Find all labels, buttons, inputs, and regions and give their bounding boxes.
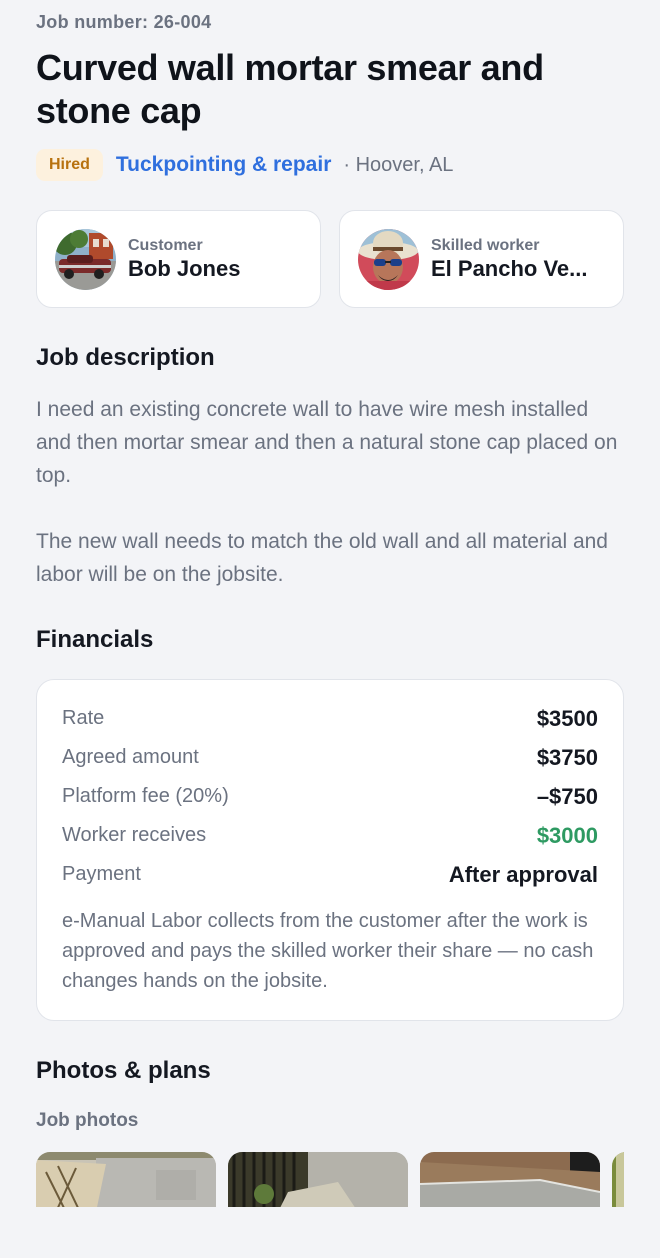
financial-value: After approval: [448, 861, 598, 887]
job-number: Job number: 26-004: [36, 12, 212, 32]
financial-value: $3000: [536, 822, 598, 848]
financial-label: Worker receives: [62, 824, 207, 846]
job-detail-page: Job number: 26-004 Curved wall mortar sm…: [0, 0, 660, 1258]
customer-avatar: [55, 228, 116, 290]
job-photos-label: Job photos: [36, 1110, 139, 1131]
financial-row-payment: Payment After approval: [62, 855, 598, 894]
worker-avatar: [358, 228, 419, 290]
financial-row-rate: Rate $3500: [62, 699, 598, 738]
financial-value: –$750: [536, 783, 598, 809]
status-badge: Hired: [36, 149, 103, 181]
customer-name: Bob Jones: [128, 255, 241, 281]
category-link[interactable]: Tuckpointing & repair: [116, 153, 331, 177]
customer-role-label: Customer: [128, 236, 203, 254]
job-photo-thumbnail[interactable]: [612, 1152, 624, 1207]
job-photo-thumbnail[interactable]: [228, 1152, 408, 1207]
worker-card[interactable]: Skilled worker El Pancho Ve...: [339, 210, 624, 308]
financials-heading: Financials: [36, 626, 154, 653]
payment-note: e-Manual Labor collects from the custome…: [62, 910, 594, 992]
customer-info: Customer Bob Jones: [128, 236, 240, 283]
customer-card[interactable]: Customer Bob Jones: [36, 210, 321, 308]
description-heading: Job description: [36, 344, 215, 371]
job-description: I need an existing concrete wall to have…: [36, 393, 628, 591]
job-location: · Hoover, AL: [343, 153, 454, 176]
description-paragraph: I need an existing concrete wall to have…: [36, 398, 618, 487]
financial-label: Payment: [62, 863, 141, 885]
page-title: Curved wall mortar smear and stone cap: [36, 47, 544, 131]
job-photo-thumbnail[interactable]: [36, 1152, 216, 1207]
job-photo-thumbnail[interactable]: [420, 1152, 600, 1207]
financials-card: Rate $3500 Agreed amount $3750 Platform …: [36, 679, 624, 1021]
financial-row-agreed-amount: Agreed amount $3750: [62, 738, 598, 777]
financial-row-worker-receives: Worker receives $3000: [62, 816, 598, 855]
worker-info: Skilled worker El Pancho Ve...: [431, 236, 588, 283]
financial-value: $3500: [536, 705, 598, 731]
financial-label: Platform fee (20%): [62, 785, 229, 807]
description-paragraph: The new wall needs to match the old wall…: [36, 530, 608, 586]
photos-heading: Photos & plans: [36, 1057, 211, 1084]
financial-row-platform-fee: Platform fee (20%) –$750: [62, 777, 598, 816]
financial-label: Agreed amount: [62, 746, 199, 768]
job-photos-strip[interactable]: [36, 1152, 624, 1207]
worker-role-label: Skilled worker: [431, 236, 540, 254]
job-meta-row: Hired Tuckpointing & repair · Hoover, AL: [36, 149, 453, 181]
worker-name: El Pancho Ve...: [431, 255, 588, 281]
financial-label: Rate: [62, 707, 105, 729]
financial-value: $3750: [536, 744, 598, 770]
